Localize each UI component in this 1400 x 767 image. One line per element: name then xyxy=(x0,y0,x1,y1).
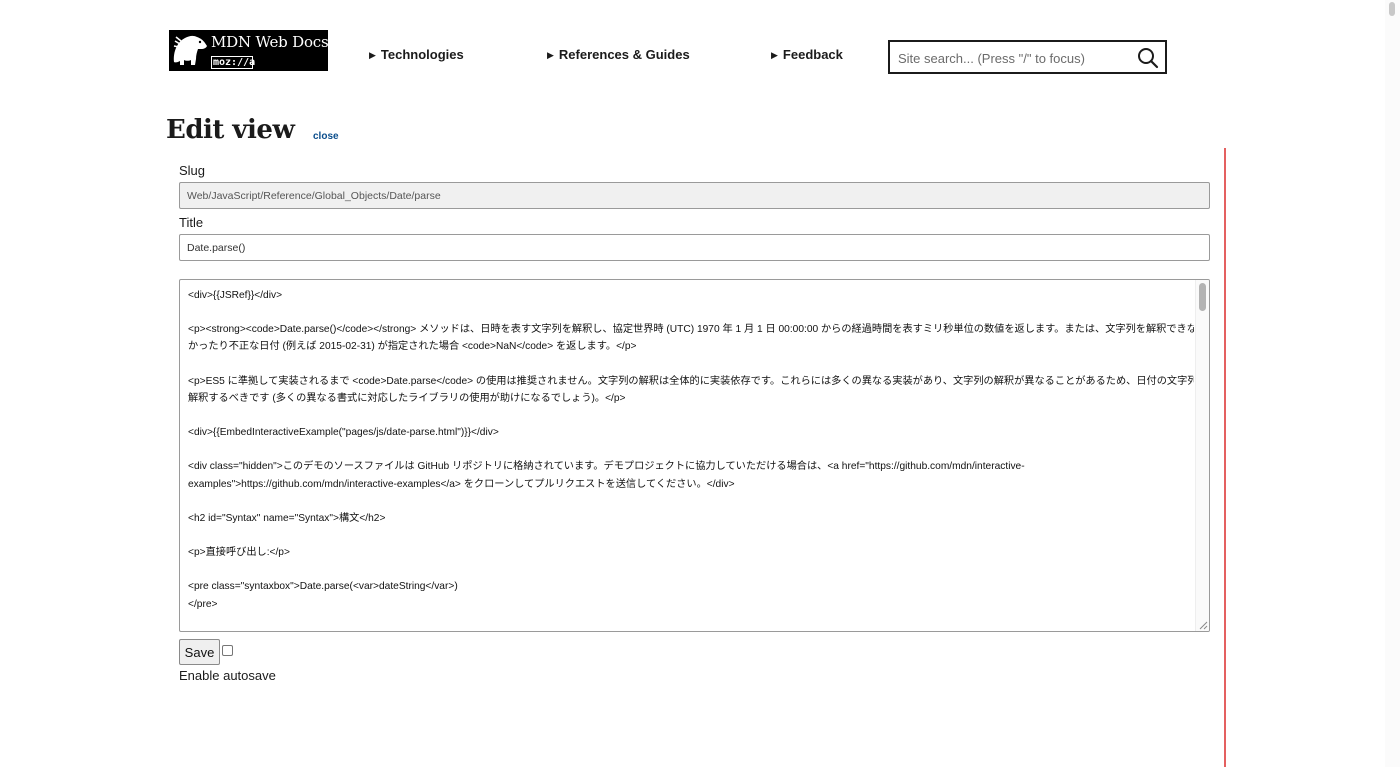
title-label: Title xyxy=(179,215,204,230)
autosave-label: Enable autosave xyxy=(179,668,276,683)
editor-scrollbar[interactable] xyxy=(1195,280,1209,631)
content-line: <pre class="syntaxbox">Date.parse(<var>d… xyxy=(188,581,458,593)
content-line: かったり不正な日付 (例えば 2015-02-31) が指定された場合 <cod… xyxy=(188,341,637,353)
dinosaur-logo-icon xyxy=(173,35,207,65)
slug-label: Slug xyxy=(179,163,206,178)
content-line xyxy=(188,527,1194,544)
content-line xyxy=(188,493,1194,510)
content-line: <p><strong><code>Date.parse()</code></st… xyxy=(188,324,1194,336)
nav-references-guides[interactable]: ▶ References & Guides xyxy=(547,47,690,64)
page-scrollbar[interactable] xyxy=(1385,0,1400,767)
close-link[interactable]: close xyxy=(313,131,339,143)
content-editor[interactable]: <div>{{JSRef}}</div> <p><strong><code>Da… xyxy=(179,279,1210,632)
triangle-right-icon: ▶ xyxy=(547,50,554,60)
nav-technologies[interactable]: ▶ Technologies xyxy=(369,47,464,64)
content-line: <div>{{JSRef}}</div> xyxy=(188,290,283,301)
content-line xyxy=(188,407,1194,424)
search-icon[interactable] xyxy=(1137,47,1159,69)
page-title: Edit view xyxy=(166,115,295,145)
content-line: <div class="hidden">このデモのソースファイルは GitHub… xyxy=(188,461,1025,473)
resize-grip-icon[interactable] xyxy=(1199,621,1208,630)
content-line: <p>ES5 に準拠して実装されるまで <code>Date.parse</co… xyxy=(188,375,1194,387)
triangle-right-icon: ▶ xyxy=(771,50,778,60)
editor-scrollbar-thumb[interactable] xyxy=(1199,283,1206,311)
mozilla-wordmark: moz://a xyxy=(211,56,256,69)
content-line: <p>直接呼び出し:</p> xyxy=(188,547,290,559)
nav-feedback[interactable]: ▶ Feedback xyxy=(771,47,843,64)
title-field[interactable] xyxy=(179,234,1210,261)
content-text: <div>{{JSRef}}</div> <p><strong><code>Da… xyxy=(188,287,1194,613)
autosave-checkbox[interactable] xyxy=(222,645,233,656)
content-line: examples">https://github.com/mdn/interac… xyxy=(188,478,735,490)
content-line: <h2 id="Syntax" name="Syntax">構文</h2> xyxy=(188,512,386,524)
content-line: 解釈するべきです (多くの異なる書式に対応したライブラリの使用が助けになるでしょ… xyxy=(188,392,626,404)
slug-field[interactable] xyxy=(179,182,1210,209)
nav-references-guides-label: References & Guides xyxy=(558,47,690,62)
edit-view-border xyxy=(1224,148,1226,767)
content-line xyxy=(188,441,1194,458)
mdn-logo[interactable]: MDN Web Docs moz://a xyxy=(169,30,329,71)
nav-feedback-label: Feedback xyxy=(782,47,843,62)
content-line: </pre> xyxy=(188,598,218,610)
content-line xyxy=(188,356,1194,373)
content-line xyxy=(188,561,1194,578)
logo-wordmark: MDN Web Docs xyxy=(211,33,329,51)
save-button[interactable]: Save xyxy=(179,639,220,665)
search-input[interactable] xyxy=(898,48,1134,68)
triangle-right-icon: ▶ xyxy=(369,50,376,60)
content-line xyxy=(188,304,1194,321)
content-line: <div>{{EmbedInteractiveExample("pages/js… xyxy=(188,427,499,439)
nav-technologies-label: Technologies xyxy=(380,47,464,62)
page-scrollbar-thumb[interactable] xyxy=(1389,2,1395,16)
site-search xyxy=(888,40,1167,74)
